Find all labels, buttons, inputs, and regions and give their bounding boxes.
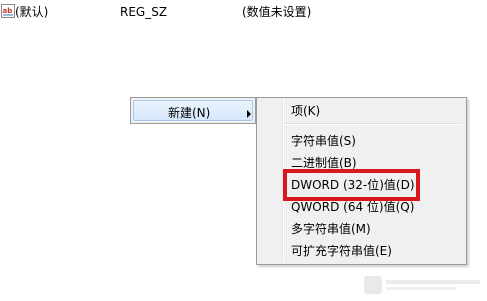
menu-separator — [285, 123, 463, 125]
value-type: REG_SZ — [120, 5, 168, 19]
submenu-item-key[interactable]: 项(K) — [291, 104, 320, 118]
reg-string-icon: ab — [1, 4, 15, 18]
submenu-item-string-value[interactable]: 字符串值(S) — [291, 134, 356, 148]
value-data: (数值未设置) — [242, 5, 312, 19]
svg-text:ab: ab — [3, 7, 13, 15]
watermark-logo — [364, 276, 480, 294]
chevron-right-icon — [247, 110, 251, 118]
submenu-item-expandable-string-value[interactable]: 可扩充字符串值(E) — [291, 244, 392, 258]
menu-item-new-label: 新建(N) — [168, 106, 211, 120]
highlight-annotation-box — [283, 169, 420, 201]
submenu-item-binary-value[interactable]: 二进制值(B) — [291, 156, 357, 170]
submenu-item-multi-string-value[interactable]: 多字符串值(M) — [291, 222, 371, 236]
menu-item-new[interactable]: 新建(N) — [133, 100, 253, 121]
context-menu: 新建(N) — [130, 97, 256, 124]
submenu-item-qword-value[interactable]: QWORD (64 位)值(Q) — [291, 200, 414, 214]
registry-value-row[interactable]: ab (默认) REG_SZ (数值未设置) — [0, 0, 487, 24]
value-name: (默认) — [15, 5, 49, 19]
